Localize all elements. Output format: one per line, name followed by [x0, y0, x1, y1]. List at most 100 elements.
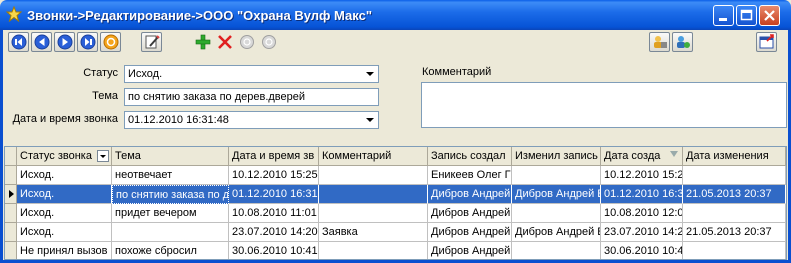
- table-cell[interactable]: 01.12.2010 16:31: [229, 185, 319, 204]
- edit-button[interactable]: [141, 32, 162, 52]
- chevron-down-icon[interactable]: [362, 67, 377, 81]
- table-cell-focused[interactable]: по снятию заказа по д: [112, 185, 229, 204]
- delete-icon: [218, 35, 232, 49]
- table-cell[interactable]: 23.07.2010 14:20: [229, 223, 319, 242]
- row-indicator-header: [5, 147, 17, 166]
- table-cell[interactable]: Дибров Андрей Е: [512, 185, 601, 204]
- users-button[interactable]: [649, 32, 670, 52]
- row-indicator[interactable]: [5, 223, 17, 242]
- title-bar[interactable]: Звонки->Редактирование->ООО "Охрана Вулф…: [0, 0, 791, 30]
- table-row[interactable]: Исход. придет вечером 10.08.2010 11:01 Д…: [5, 204, 786, 223]
- table-cell[interactable]: Заявка: [319, 223, 428, 242]
- table-cell[interactable]: [512, 166, 601, 185]
- column-header-created-by[interactable]: Запись создал: [428, 147, 512, 166]
- table-cell[interactable]: Дибров Андрей: [428, 223, 512, 242]
- column-header-datetime[interactable]: Дата и время зв: [229, 147, 319, 166]
- column-header-modified-date[interactable]: Дата изменения: [683, 147, 786, 166]
- prev-record-button[interactable]: [31, 32, 52, 52]
- star-icon: [5, 5, 23, 23]
- table-cell[interactable]: 10.12.2010 15:25: [229, 166, 319, 185]
- delete-button[interactable]: [214, 32, 235, 52]
- refresh-icon: [103, 34, 119, 50]
- table-cell[interactable]: Исход.: [17, 223, 112, 242]
- maximize-button[interactable]: [736, 5, 757, 26]
- topic-field[interactable]: по снятию заказа по дерев.дверей: [124, 88, 379, 106]
- add-button[interactable]: [192, 32, 213, 52]
- filter-dropdown-icon[interactable]: [97, 150, 109, 162]
- table-cell[interactable]: 01.12.2010 16:3: [601, 185, 683, 204]
- table-cell[interactable]: [112, 223, 229, 242]
- datetime-label: Дата и время звонка: [12, 113, 118, 125]
- table-cell[interactable]: 30.06.2010 10:4: [601, 242, 683, 259]
- table-cell[interactable]: 23.07.2010 14:2: [601, 223, 683, 242]
- table-cell[interactable]: [512, 242, 601, 259]
- first-icon: [11, 34, 27, 50]
- table-cell[interactable]: [319, 185, 428, 204]
- cancel-button[interactable]: [258, 32, 279, 52]
- column-header-topic[interactable]: Тема: [112, 147, 229, 166]
- cancel-icon: [262, 35, 276, 49]
- table-cell[interactable]: [683, 204, 786, 223]
- current-row-arrow-icon: [9, 190, 14, 198]
- table-row[interactable]: Исход. неотвечает 10.12.2010 15:25 Енике…: [5, 166, 786, 185]
- close-button[interactable]: [759, 5, 780, 26]
- table-cell[interactable]: [683, 242, 786, 259]
- table-cell[interactable]: [683, 166, 786, 185]
- table-cell[interactable]: Исход.: [17, 204, 112, 223]
- table-cell[interactable]: 10.12.2010 15:2: [601, 166, 683, 185]
- table-row[interactable]: Исход. 23.07.2010 14:20 Заявка Дибров Ан…: [5, 223, 786, 242]
- maximize-icon: [740, 9, 753, 21]
- table-cell[interactable]: Дибров Андрей Е: [512, 223, 601, 242]
- table-cell[interactable]: Дибров Андрей: [428, 204, 512, 223]
- table-cell[interactable]: придет вечером: [112, 204, 229, 223]
- row-indicator[interactable]: [5, 185, 17, 204]
- add-icon: [195, 34, 211, 50]
- table-cell[interactable]: Исход.: [17, 185, 112, 204]
- table-cell[interactable]: похоже сбросил: [112, 242, 229, 259]
- chevron-down-icon[interactable]: [362, 113, 377, 127]
- table-cell[interactable]: Дибров Андрей: [428, 242, 512, 259]
- calls-grid[interactable]: Статус звонка Тема Дата и время зв Комме…: [4, 146, 787, 260]
- table-cell[interactable]: 10.08.2010 12:0: [601, 204, 683, 223]
- settings-button[interactable]: [672, 32, 693, 52]
- table-cell[interactable]: Дибров Андрей: [428, 185, 512, 204]
- row-indicator[interactable]: [5, 166, 17, 185]
- table-cell[interactable]: 21.05.2013 20:37: [683, 223, 786, 242]
- next-icon: [57, 34, 73, 50]
- column-header-created-date[interactable]: Дата созда: [601, 147, 683, 166]
- table-cell[interactable]: 30.06.2010 10:41: [229, 242, 319, 259]
- datetime-combo[interactable]: 01.12.2010 16:31:48: [124, 111, 379, 129]
- table-cell[interactable]: Не принял вызов: [17, 242, 112, 259]
- table-cell[interactable]: 21.05.2013 20:37: [683, 185, 786, 204]
- minimize-button[interactable]: [713, 5, 734, 26]
- table-row[interactable]: Не принял вызов похоже сбросил 30.06.201…: [5, 242, 786, 259]
- refresh-button[interactable]: [100, 32, 121, 52]
- table-cell[interactable]: 10.08.2010 11:01: [229, 204, 319, 223]
- row-indicator[interactable]: [5, 242, 17, 259]
- last-record-button[interactable]: [77, 32, 98, 52]
- first-record-button[interactable]: [8, 32, 29, 52]
- sort-desc-icon: [670, 151, 678, 157]
- column-header-comment[interactable]: Комментарий: [319, 147, 428, 166]
- table-cell[interactable]: [319, 204, 428, 223]
- table-cell[interactable]: Еникеев Олег Г: [428, 166, 512, 185]
- exit-button[interactable]: [756, 32, 777, 52]
- table-cell[interactable]: Исход.: [17, 166, 112, 185]
- users-icon: [654, 36, 667, 48]
- column-header-status[interactable]: Статус звонка: [17, 147, 112, 166]
- save-button[interactable]: [236, 32, 257, 52]
- row-indicator[interactable]: [5, 204, 17, 223]
- status-label: Статус: [83, 67, 118, 79]
- table-cell[interactable]: [319, 166, 428, 185]
- table-row-selected[interactable]: Исход. по снятию заказа по д 01.12.2010 …: [5, 185, 786, 204]
- table-cell[interactable]: [319, 242, 428, 259]
- edit-icon: [145, 35, 160, 49]
- save-icon: [240, 35, 254, 49]
- column-header-modified-by[interactable]: Изменил запись: [512, 147, 601, 166]
- comment-label: Комментарий: [422, 66, 492, 78]
- status-combo[interactable]: Исход.: [124, 65, 379, 83]
- table-cell[interactable]: неотвечает: [112, 166, 229, 185]
- comment-textarea[interactable]: [421, 82, 787, 128]
- table-cell[interactable]: [512, 204, 601, 223]
- next-record-button[interactable]: [54, 32, 75, 52]
